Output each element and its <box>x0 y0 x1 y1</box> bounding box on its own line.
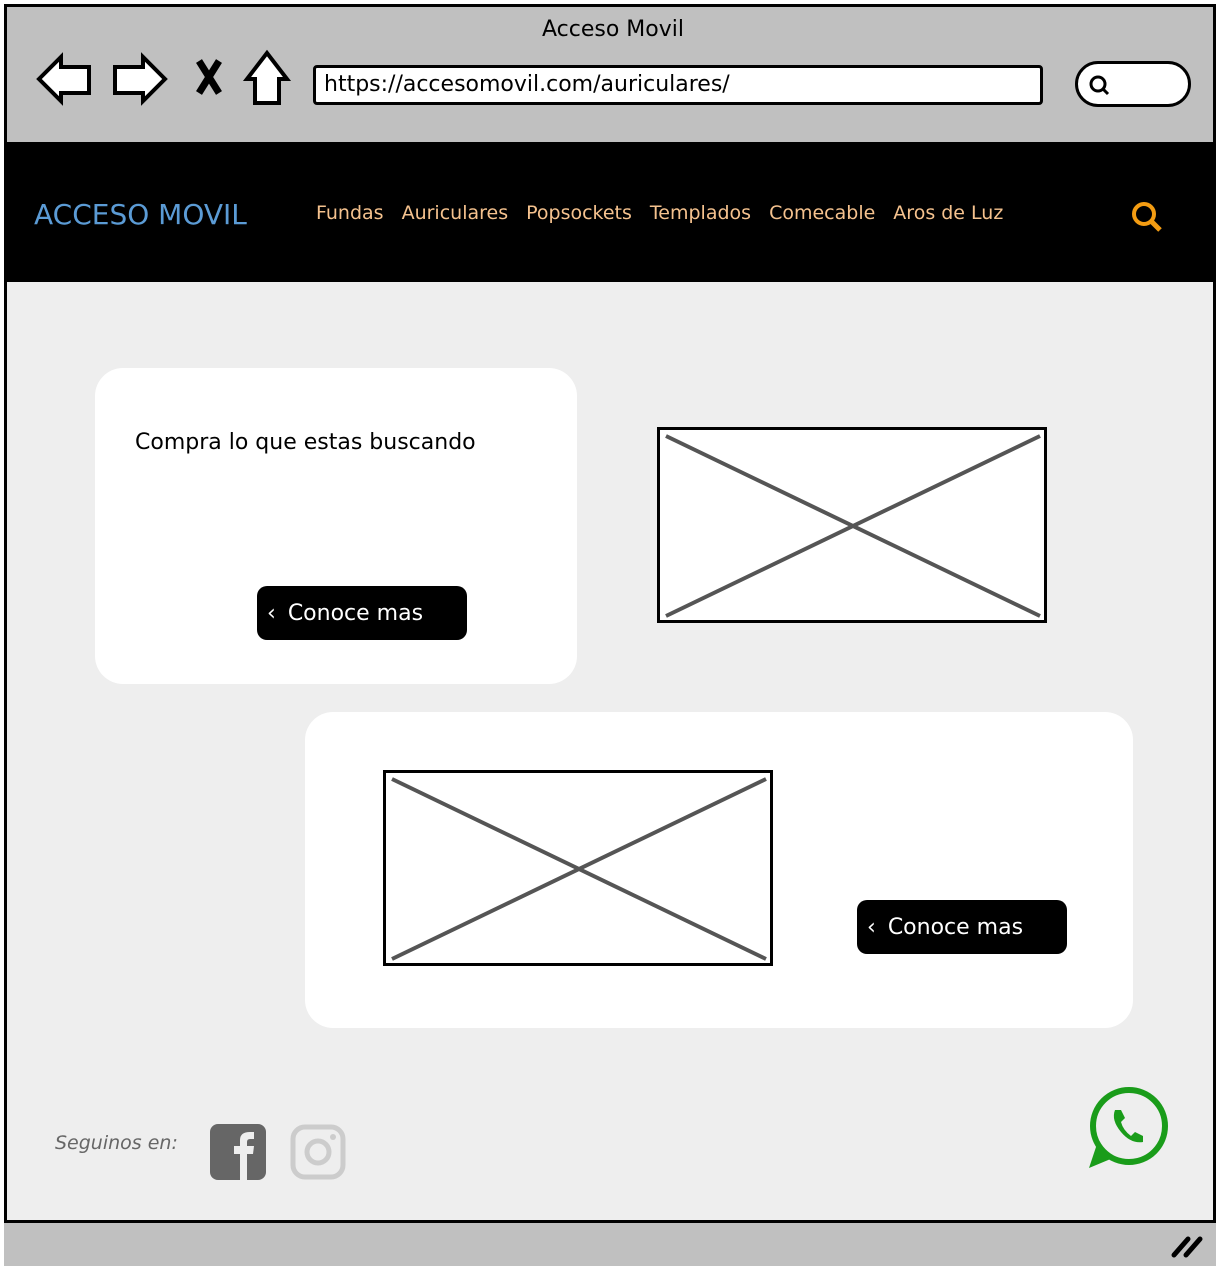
menu-item-fundas[interactable]: Fundas <box>316 202 384 224</box>
menu-item-auriculares[interactable]: Auriculares <box>402 202 509 224</box>
browser-nav-icons <box>36 49 292 106</box>
browser-window: Acceso Movil https://accesomovil.com/aur… <box>4 4 1216 1266</box>
forward-icon[interactable] <box>113 52 168 106</box>
address-bar[interactable]: https://accesomovil.com/auriculares/ <box>313 65 1043 105</box>
image-placeholder <box>383 770 773 966</box>
chevron-left-icon: ‹ <box>867 914 876 940</box>
search-icon <box>1089 75 1110 96</box>
search-icon[interactable] <box>1130 200 1166 236</box>
promo-card: ‹ Conoce mas <box>305 712 1133 1028</box>
page-content: Compra lo que estas buscando ‹ Conoce mas… <box>7 280 1213 1220</box>
home-icon[interactable] <box>242 49 292 105</box>
chevron-left-icon: ‹ <box>267 600 276 626</box>
stop-icon[interactable] <box>196 59 222 95</box>
conoce-mas-button[interactable]: ‹ Conoce mas <box>857 900 1067 954</box>
resize-grip-icon[interactable] <box>1170 1233 1204 1259</box>
main-menu: Fundas Auriculares Popsockets Templados … <box>316 202 1003 224</box>
window-title: Acceso Movil <box>542 17 684 42</box>
menu-item-popsockets[interactable]: Popsockets <box>526 202 632 224</box>
site-header: ACCESO MOVIL Fundas Auriculares Popsocke… <box>4 142 1216 280</box>
instagram-icon[interactable] <box>290 1124 346 1180</box>
back-icon[interactable] <box>36 52 91 106</box>
follow-label: Seguinos en: <box>55 1132 178 1154</box>
button-label: Conoce mas <box>887 914 1024 940</box>
browser-search[interactable] <box>1075 61 1191 107</box>
hero-heading: Compra lo que estas buscando <box>135 430 476 455</box>
menu-item-comecable[interactable]: Comecable <box>769 202 875 224</box>
button-label: Conoce mas <box>287 600 424 626</box>
image-placeholder <box>657 427 1047 623</box>
site-logo[interactable]: ACCESO MOVIL <box>34 198 247 231</box>
facebook-icon[interactable] <box>210 1124 266 1180</box>
status-bar <box>4 1220 1216 1266</box>
menu-item-aros-de-luz[interactable]: Aros de Luz <box>893 202 1003 224</box>
hero-card: Compra lo que estas buscando ‹ Conoce mas <box>95 368 577 684</box>
conoce-mas-button[interactable]: ‹ Conoce mas <box>257 586 467 640</box>
whatsapp-icon[interactable] <box>1085 1086 1169 1170</box>
menu-item-templados[interactable]: Templados <box>650 202 751 224</box>
